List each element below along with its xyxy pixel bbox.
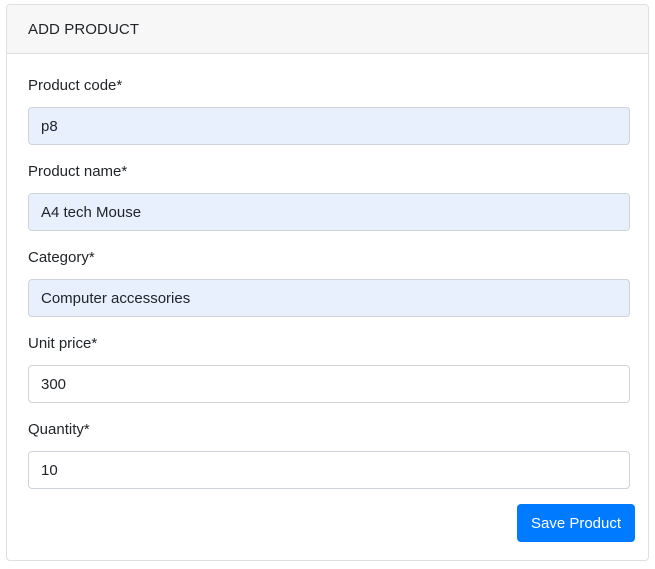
card-header: ADD PRODUCT bbox=[7, 5, 648, 54]
quantity-label: Quantity* bbox=[28, 421, 90, 438]
unit-price-label: Unit price* bbox=[28, 335, 98, 352]
product-code-label: Product code* bbox=[28, 77, 123, 94]
unit-price-input[interactable] bbox=[28, 365, 630, 403]
product-name-label: Product name* bbox=[28, 163, 128, 180]
card-title: ADD PRODUCT bbox=[28, 20, 140, 38]
category-input[interactable] bbox=[28, 279, 630, 317]
product-name-input[interactable] bbox=[28, 193, 630, 231]
quantity-input[interactable] bbox=[28, 451, 630, 489]
category-label: Category* bbox=[28, 249, 95, 266]
product-code-input[interactable] bbox=[28, 107, 630, 145]
add-product-card: ADD PRODUCT Product code* Product name* … bbox=[6, 4, 649, 561]
save-product-button[interactable]: Save Product bbox=[517, 504, 635, 542]
